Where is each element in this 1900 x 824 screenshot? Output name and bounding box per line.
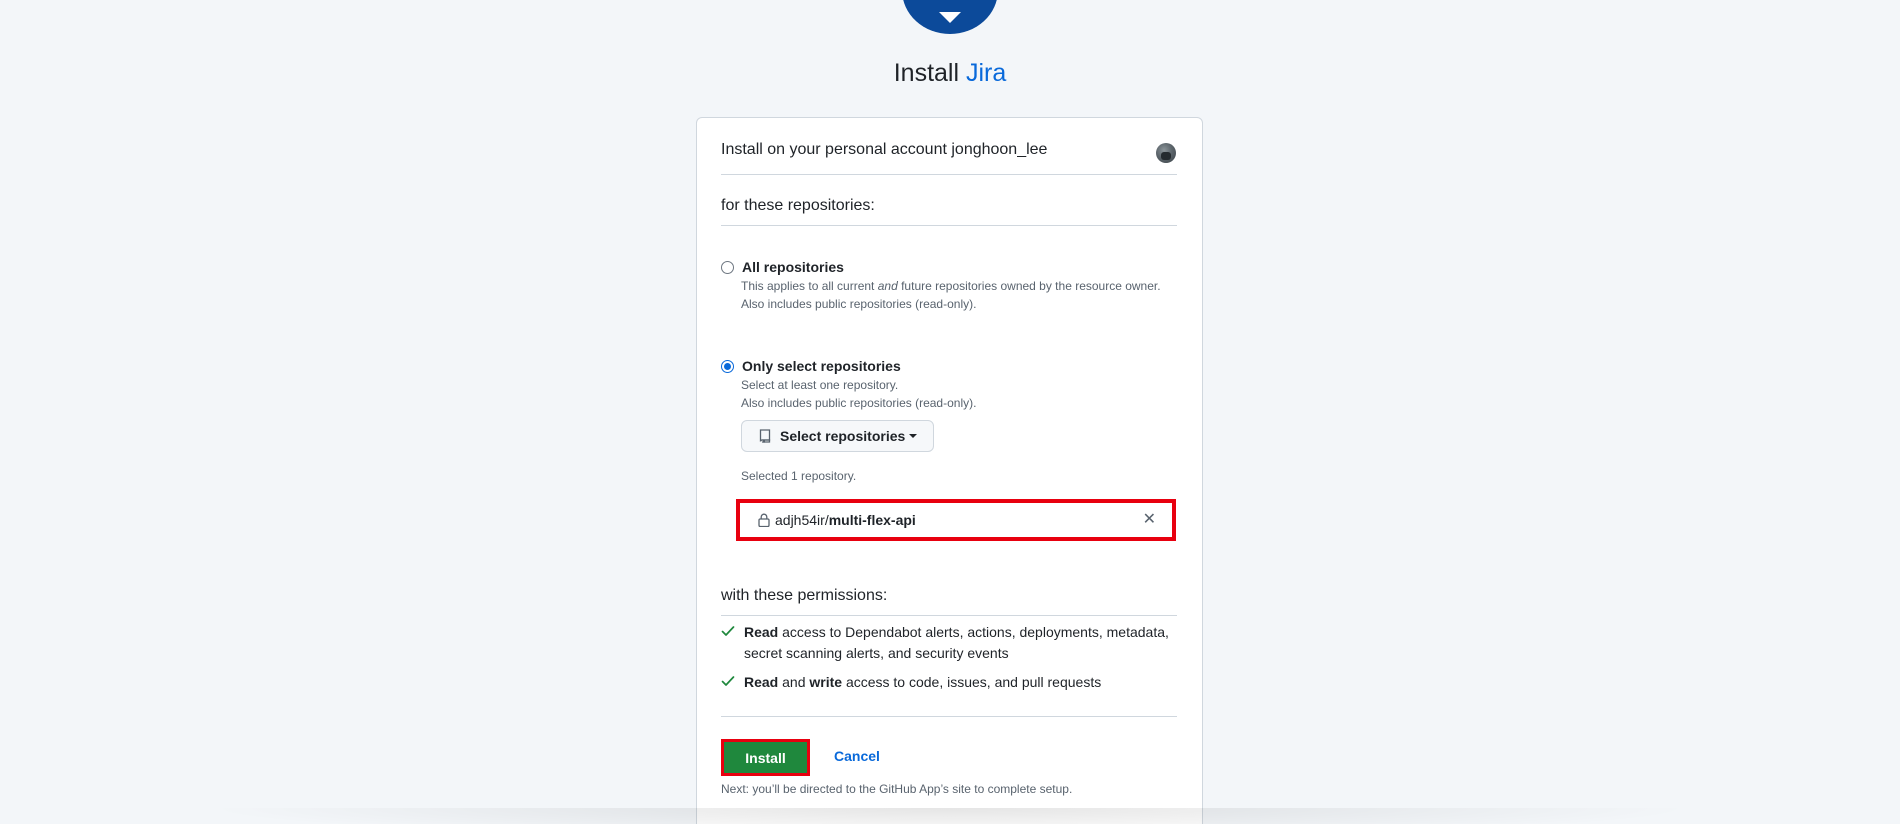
jira-app-logo	[902, 0, 998, 34]
next-step-note: Next: you’ll be directed to the GitHub A…	[721, 782, 1073, 796]
permission-item: Read and write access to code, issues, a…	[721, 672, 1177, 693]
repositories-heading: for these repositories:	[721, 197, 1177, 226]
permission-item: Read access to Dependabot alerts, action…	[721, 622, 1177, 664]
all-note-public: Also includes public repositories (read-…	[741, 297, 977, 311]
permission-description: access to code, issues, and pull request…	[842, 674, 1102, 690]
check-icon	[721, 626, 735, 636]
all-note-emphasis: and	[877, 279, 898, 293]
select-note-min: Select at least one repository.	[741, 378, 899, 392]
account-label: Install on your personal account jonghoo…	[721, 141, 1048, 158]
all-repositories-label[interactable]: All repositories	[742, 259, 844, 275]
all-note-part1: This applies to all current	[741, 279, 878, 293]
select-repositories-label[interactable]: Only select repositories	[742, 358, 901, 374]
cancel-link[interactable]: Cancel	[834, 748, 880, 764]
caret-down-icon	[909, 434, 918, 438]
title-prefix: Install	[893, 59, 960, 87]
permission-description: access to Dependabot alerts, actions, de…	[744, 624, 1169, 661]
app-name-link[interactable]: Jira	[966, 59, 1006, 87]
selected-repository-name: adjh54ir/multi-flex-api	[775, 512, 1143, 528]
select-repositories-button[interactable]: Select repositories	[741, 420, 934, 452]
repository-name: multi-flex-api	[828, 512, 916, 528]
account-row: Install on your personal account jonghoo…	[721, 138, 1177, 175]
actions-divider	[721, 716, 1177, 717]
install-app-page: Install Jira Install on your personal ac…	[0, 0, 1900, 824]
all-repositories-option[interactable]: All repositories This applies to all cur…	[721, 259, 1177, 313]
permission-text: Read access to Dependabot alerts, action…	[744, 622, 1177, 664]
select-note-public: Also includes public repositories (read-…	[741, 396, 977, 410]
remove-repository-close-icon[interactable]: ✕	[1143, 512, 1156, 528]
select-repositories-note: Select at least one repository. Also inc…	[741, 376, 1177, 412]
selected-count: Selected 1 repository.	[741, 469, 857, 483]
permissions-list: Read access to Dependabot alerts, action…	[721, 622, 1177, 701]
page-title: Install Jira	[0, 59, 1900, 88]
selected-repository-item: adjh54ir/multi-flex-api ✕	[736, 499, 1176, 541]
permission-and: and	[778, 674, 810, 690]
select-repositories-button-label: Select repositories	[780, 428, 906, 444]
select-repositories-option[interactable]: Only select repositories Select at least…	[721, 358, 1177, 412]
permission-read-label: Read	[744, 624, 779, 640]
all-note-part2: future repositories owned by the resourc…	[897, 279, 1161, 293]
app-logo-mark-icon	[939, 12, 961, 23]
permissions-heading: with these permissions:	[721, 587, 1177, 616]
install-card: Install on your personal account jonghoo…	[696, 117, 1203, 824]
avatar	[1156, 143, 1176, 163]
check-icon	[721, 676, 735, 686]
permission-read-label: Read	[744, 674, 779, 690]
repository-owner: adjh54ir/	[775, 512, 829, 528]
permission-write-label: write	[809, 674, 843, 690]
lock-icon	[758, 513, 770, 527]
permission-text: Read and write access to code, issues, a…	[744, 672, 1101, 693]
bottom-shadow	[200, 808, 1700, 824]
all-repositories-radio[interactable]	[721, 260, 734, 274]
all-repositories-note: This applies to all current and future r…	[741, 277, 1177, 313]
repo-icon	[759, 429, 771, 443]
select-repositories-radio[interactable]	[721, 359, 734, 373]
install-button[interactable]: Install	[721, 739, 810, 776]
